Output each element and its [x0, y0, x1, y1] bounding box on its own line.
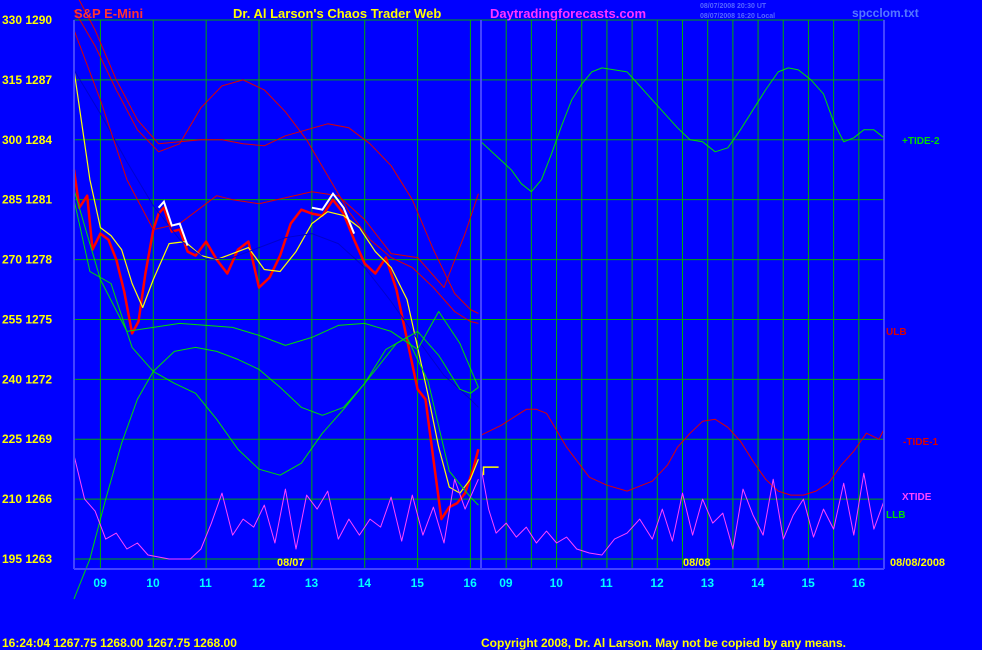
y-tick-label: 315 1287 [2, 73, 52, 87]
date-label-end: 08/08/2008 [890, 557, 945, 569]
label-minus-tide-1: -TIDE-1 [903, 437, 938, 448]
x-tick-label: 15 [801, 576, 815, 590]
timestamp-ut: 08/07/2008 20:30 UT [700, 3, 767, 10]
date-label-day1: 08/07 [277, 557, 305, 569]
x-tick-label: 13 [701, 576, 715, 590]
x-tick-label: 14 [358, 576, 372, 590]
chart-canvas: 195 1263 210 1266 225 1269 240 1272 255 1275… [0, 0, 982, 650]
y-tick-label: 240 1272 [2, 372, 52, 386]
x-tick-label: 12 [252, 576, 266, 590]
x-tick-label: 09 [93, 576, 107, 590]
data-filename: spcclom.txt [852, 6, 919, 20]
x-tick-label: 14 [751, 576, 765, 590]
page-title: Dr. Al Larson's Chaos Trader Web [233, 6, 441, 21]
x-tick-label: 13 [305, 576, 319, 590]
x-tick-label: 09 [499, 576, 513, 590]
x-tick-label: 11 [600, 576, 613, 590]
y-tick-label: 195 1263 [2, 552, 52, 566]
copyright-notice: Copyright 2008, Dr. Al Larson. May not b… [481, 636, 846, 650]
x-tick-label: 12 [650, 576, 664, 590]
timestamp-local: 08/07/2008 16:20 Local [700, 13, 775, 20]
quote-readout: 16:24:04 1267.75 1268.00 1267.75 1268.00 [2, 636, 237, 650]
y-tick-label: 270 1278 [2, 253, 52, 267]
website-link[interactable]: Daytradingforecasts.com [490, 6, 646, 21]
date-label-day2: 08/08 [683, 557, 711, 569]
y-tick-label: 255 1275 [2, 312, 52, 326]
label-ulb: ULB [886, 327, 907, 338]
label-plus-tide-2: +TIDE-2 [902, 136, 940, 147]
y-tick-label: 285 1281 [2, 193, 52, 207]
chart-background [0, 0, 982, 650]
y-tick-label: 210 1266 [2, 492, 52, 506]
x-tick-label: 16 [852, 576, 866, 590]
y-tick-label: 225 1269 [2, 432, 52, 446]
y-tick-label: 300 1284 [2, 133, 52, 147]
y-tick-label: 330 1290 [2, 13, 52, 27]
x-tick-label: 10 [146, 576, 160, 590]
label-llb: LLB [886, 510, 905, 521]
x-tick-label: 10 [550, 576, 564, 590]
symbol-title: S&P E-Mini [74, 6, 143, 21]
label-xtide: XTIDE [902, 492, 932, 503]
x-tick-label: 16 [463, 576, 477, 590]
x-tick-label: 11 [199, 576, 212, 590]
x-tick-label: 15 [411, 576, 425, 590]
